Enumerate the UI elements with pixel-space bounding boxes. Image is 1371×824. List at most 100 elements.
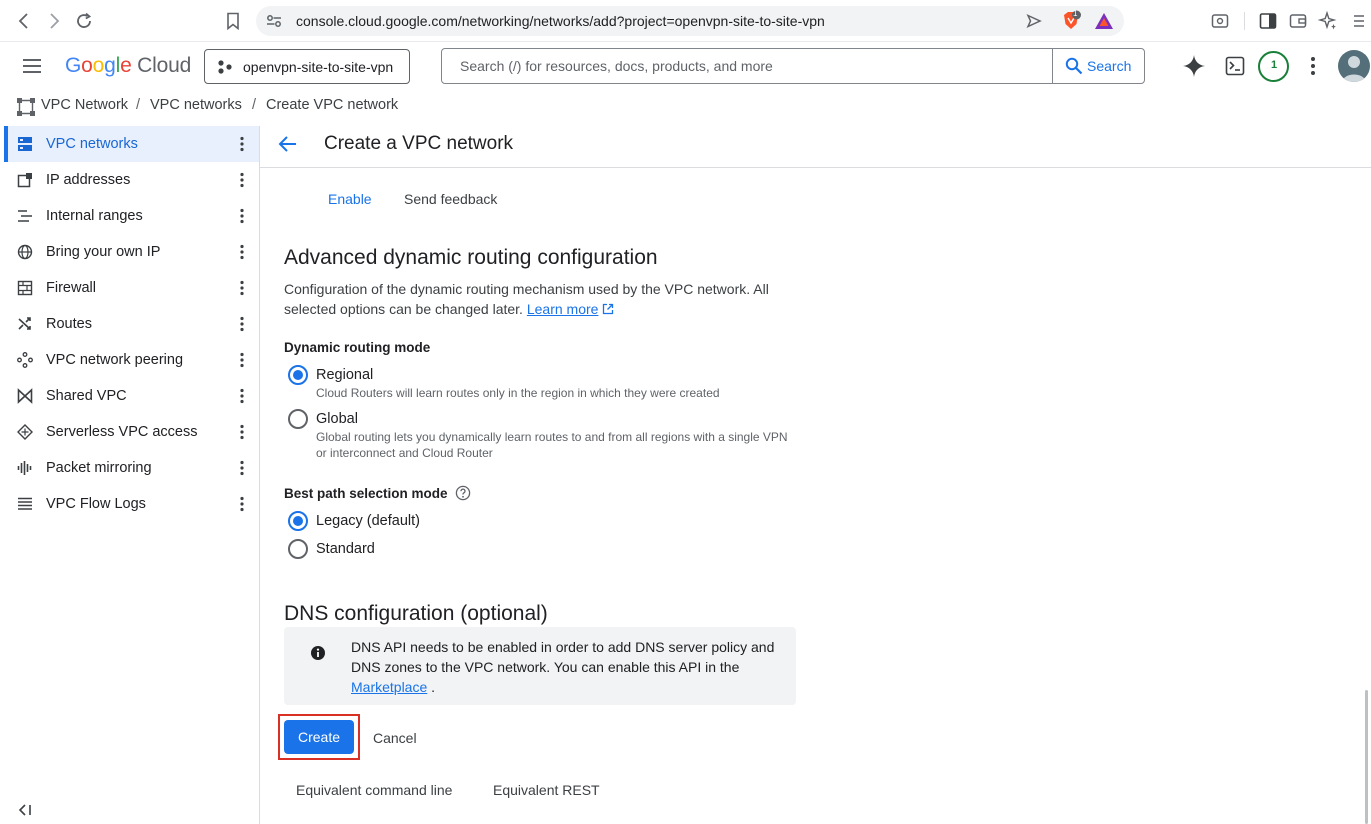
best-path-standard-radio[interactable]: [288, 539, 308, 559]
equivalent-rest-button[interactable]: Equivalent REST: [493, 782, 600, 798]
dns-info-banner: DNS API needs to be enabled in order to …: [284, 627, 796, 705]
back-icon[interactable]: [16, 12, 32, 30]
external-link-icon: [602, 303, 614, 315]
cloud-shell-icon[interactable]: [1225, 56, 1245, 76]
enable-api-button[interactable]: Enable: [328, 191, 372, 207]
vpc-networks-icon: [17, 136, 33, 152]
shared-vpc-icon: [17, 388, 33, 404]
dns-info-period: .: [431, 679, 436, 695]
ip-addresses-icon: [17, 172, 33, 188]
breadcrumb-vpc-network[interactable]: VPC Network: [41, 97, 128, 113]
notifications-count: 1: [1271, 59, 1278, 71]
breadcrumb-create-vpc-network: Create VPC network: [266, 97, 399, 113]
toolbar-divider: [1244, 12, 1245, 30]
sidebar-item-ip-addresses[interactable]: IP addresses: [4, 162, 259, 198]
wallet-icon[interactable]: [1289, 12, 1307, 30]
sidebar-item-vpc-network-peering[interactable]: VPC network peering: [4, 342, 259, 378]
browser-menu-icon[interactable]: [1352, 12, 1366, 30]
reload-icon[interactable]: [75, 12, 93, 30]
address-bar[interactable]: console.cloud.google.com/networking/netw…: [256, 6, 1124, 36]
serverless-icon: [17, 424, 33, 440]
learn-more-link[interactable]: Learn more: [527, 301, 599, 317]
search-button[interactable]: Search: [1052, 49, 1145, 83]
main-content: Create a VPC network Enable Send feedbac…: [260, 126, 1371, 824]
screenshot-icon[interactable]: [1211, 12, 1229, 30]
help-icon[interactable]: [455, 485, 471, 501]
breadcrumb-separator: /: [252, 97, 257, 113]
notifications-badge[interactable]: 1: [1258, 51, 1289, 82]
bookmark-icon[interactable]: [226, 12, 240, 30]
sidebar-item-vpc-flow-logs[interactable]: VPC Flow Logs: [4, 486, 259, 522]
flow-logs-icon: [17, 496, 33, 512]
back-arrow-icon[interactable]: [278, 135, 298, 153]
more-options-icon[interactable]: [1307, 56, 1319, 76]
routing-mode-global-label: Global: [316, 411, 358, 427]
more-vert-icon[interactable]: [236, 136, 248, 152]
forward-icon[interactable]: [46, 12, 62, 30]
project-selector[interactable]: openvpn-site-to-site-vpn: [204, 49, 410, 84]
equivalent-command-line-button[interactable]: Equivalent command line: [296, 782, 452, 798]
sidebar-item-vpc-networks[interactable]: VPC networks: [4, 126, 259, 162]
routing-mode-regional-label: Regional: [316, 367, 374, 383]
collapse-sidebar-icon[interactable]: [18, 804, 32, 816]
scrollbar-thumb[interactable]: [1365, 690, 1368, 824]
search-box: Search: [441, 48, 1145, 84]
marketplace-link[interactable]: Marketplace: [351, 679, 427, 695]
main-menu-icon[interactable]: [22, 58, 42, 74]
sidebar-item-bring-your-own-ip[interactable]: Bring your own IP: [4, 234, 259, 270]
sidebar-item-label: VPC Flow Logs: [46, 496, 146, 512]
url-text: console.cloud.google.com/networking/netw…: [296, 13, 825, 29]
vpc-network-icon: [16, 97, 36, 117]
more-vert-icon[interactable]: [236, 496, 248, 512]
routing-mode-regional-radio[interactable]: [288, 365, 308, 385]
create-button[interactable]: Create: [284, 720, 354, 754]
more-vert-icon[interactable]: [236, 280, 248, 296]
more-vert-icon[interactable]: [236, 244, 248, 260]
send-feedback-button[interactable]: Send feedback: [404, 191, 497, 207]
more-vert-icon[interactable]: [236, 316, 248, 332]
brave-rewards-icon[interactable]: [1094, 12, 1114, 30]
packet-mirroring-icon: [17, 460, 33, 476]
google-cloud-logo[interactable]: Google Cloud: [65, 54, 191, 78]
best-path-legacy-radio[interactable]: [288, 511, 308, 531]
gemini-icon[interactable]: [1182, 54, 1206, 78]
sidebar-item-label: Internal ranges: [46, 208, 143, 224]
sidebar-item-serverless-vpc-access[interactable]: Serverless VPC access: [4, 414, 259, 450]
sidebar-item-shared-vpc[interactable]: Shared VPC: [4, 378, 259, 414]
sidebar-item-label: Packet mirroring: [46, 460, 152, 476]
dns-configuration-heading: DNS configuration (optional): [284, 602, 548, 625]
leo-ai-icon[interactable]: [1318, 11, 1338, 31]
more-vert-icon[interactable]: [236, 208, 248, 224]
sidebar-item-internal-ranges[interactable]: Internal ranges: [4, 198, 259, 234]
project-name: openvpn-site-to-site-vpn: [243, 59, 394, 75]
send-icon[interactable]: [1026, 14, 1042, 28]
breadcrumb-vpc-networks[interactable]: VPC networks: [150, 97, 242, 113]
search-input[interactable]: [443, 50, 1051, 82]
account-avatar[interactable]: [1338, 50, 1370, 82]
more-vert-icon[interactable]: [236, 172, 248, 188]
advanced-routing-description: Configuration of the dynamic routing mec…: [284, 279, 784, 319]
search-icon: [1065, 57, 1083, 75]
sidebar-item-label: Bring your own IP: [46, 244, 161, 260]
more-vert-icon[interactable]: [236, 424, 248, 440]
sidebar-item-label: Routes: [46, 316, 92, 332]
site-settings-icon[interactable]: [266, 14, 282, 28]
page-title-bar: Create a VPC network: [260, 126, 1371, 168]
sidebar-item-firewall[interactable]: Firewall: [4, 270, 259, 306]
brave-shield-icon[interactable]: 1: [1060, 9, 1082, 32]
project-icon: [217, 59, 233, 75]
advanced-routing-heading: Advanced dynamic routing configuration: [284, 246, 658, 269]
sidebar-item-label: Serverless VPC access: [46, 424, 198, 440]
more-vert-icon[interactable]: [236, 352, 248, 368]
sidebar-toggle-icon[interactable]: [1259, 12, 1277, 30]
cancel-button[interactable]: Cancel: [373, 730, 417, 746]
more-vert-icon[interactable]: [236, 460, 248, 476]
dynamic-routing-mode-label: Dynamic routing mode: [284, 340, 431, 355]
sidebar-item-routes[interactable]: Routes: [4, 306, 259, 342]
sidebar-item-packet-mirroring[interactable]: Packet mirroring: [4, 450, 259, 486]
routing-mode-global-desc: Global routing lets you dynamically lear…: [316, 430, 788, 460]
sidebar-item-label: VPC networks: [46, 136, 138, 152]
more-vert-icon[interactable]: [236, 388, 248, 404]
routing-mode-global-radio[interactable]: [288, 409, 308, 429]
console-header: Google Cloud openvpn-site-to-site-vpn Se…: [0, 42, 1371, 90]
